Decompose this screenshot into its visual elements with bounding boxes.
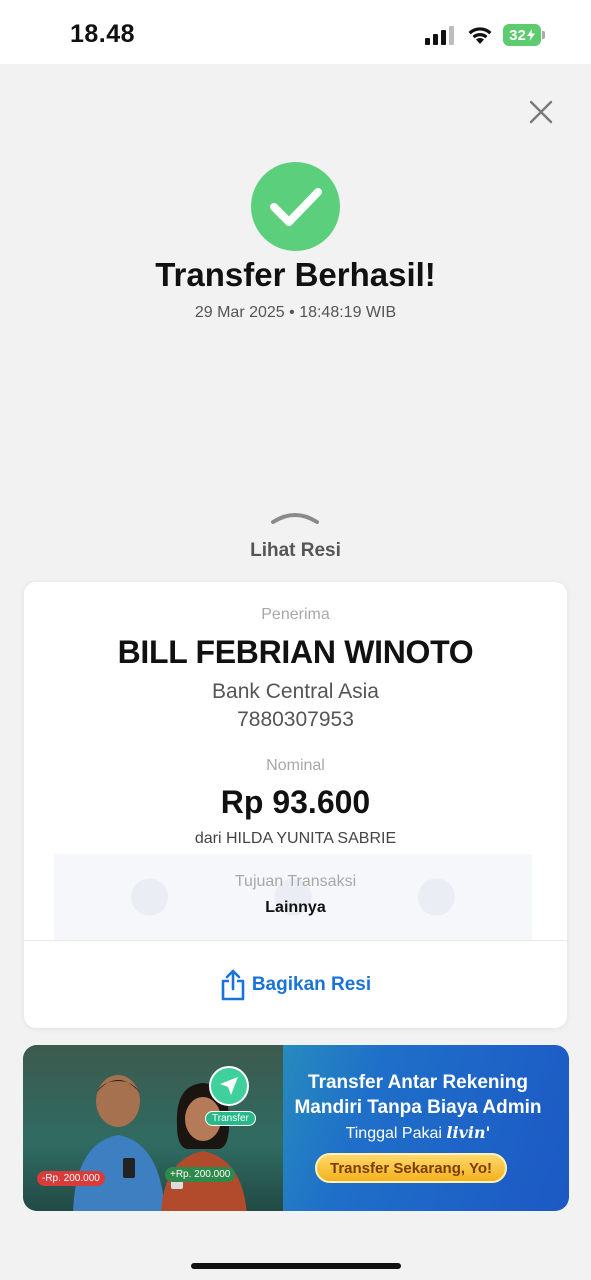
promo-headline-2: Mandiri Tanpa Biaya Admin <box>294 1097 542 1118</box>
transfer-now-button[interactable]: Transfer Sekarang, Yo! <box>315 1153 507 1183</box>
recipient-label: Penerima <box>261 606 330 623</box>
debit-badge: -Rp. 200.000 <box>37 1171 105 1186</box>
credit-badge: +Rp. 200.000 <box>165 1167 236 1182</box>
share-receipt-button[interactable]: Bagikan Resi <box>24 941 567 1028</box>
send-arrow-icon <box>209 1066 249 1106</box>
chevron-up-icon[interactable] <box>271 510 319 526</box>
promo-banner[interactable]: -Rp. 200.000 +Rp. 200.000 Transfer Trans… <box>23 1045 569 1211</box>
recipient-name: BILL FEBRIAN WINOTO <box>117 634 474 670</box>
battery-tip <box>542 31 545 39</box>
transfer-amount: Rp 93.600 <box>220 784 371 820</box>
charging-bolt-icon <box>526 29 535 41</box>
amount-label: Nominal <box>266 757 325 774</box>
transfer-chip: Transfer <box>205 1111 256 1126</box>
share-receipt-label: Bagikan Resi <box>251 973 372 995</box>
promo-subtitle: Tinggal Pakai livin' <box>273 1123 563 1143</box>
purpose-box <box>54 854 532 940</box>
recipient-account-number: 7880307953 <box>237 708 354 731</box>
status-time: 18.48 <box>70 20 136 48</box>
battery-level: 32 <box>509 26 526 44</box>
purpose-label: Tujuan Transaksi <box>234 873 357 890</box>
promo-headline-1: Transfer Antar Rekening <box>308 1072 528 1093</box>
transaction-datetime: 29 Mar 2025 • 18:48:19 WIB <box>194 304 397 321</box>
checkmark-glyph <box>269 187 322 226</box>
send-arrow-glyph <box>220 1077 238 1095</box>
status-bar: 18.48 32 <box>0 0 591 64</box>
share-icon <box>221 969 245 1000</box>
checkmark-icon <box>251 162 340 251</box>
view-receipt-toggle[interactable]: Lihat Resi <box>0 540 591 562</box>
home-indicator <box>191 1263 401 1269</box>
signal-icon <box>425 26 454 45</box>
purpose-value: Lainnya <box>265 899 326 916</box>
sender-name: dari HILDA YUNITA SABRIE <box>194 830 397 847</box>
wifi-icon <box>468 27 492 44</box>
battery-indicator: 32 <box>503 24 541 46</box>
close-icon[interactable] <box>528 99 554 125</box>
livin-logo: livin' <box>446 1123 491 1142</box>
receipt-card: Penerima BILL FEBRIAN WINOTO Bank Centra… <box>24 582 567 1028</box>
promo-subtitle-prefix: Tinggal Pakai <box>345 1125 442 1142</box>
recipient-bank: Bank Central Asia <box>212 680 379 703</box>
page-title: Transfer Berhasil! <box>155 256 436 293</box>
